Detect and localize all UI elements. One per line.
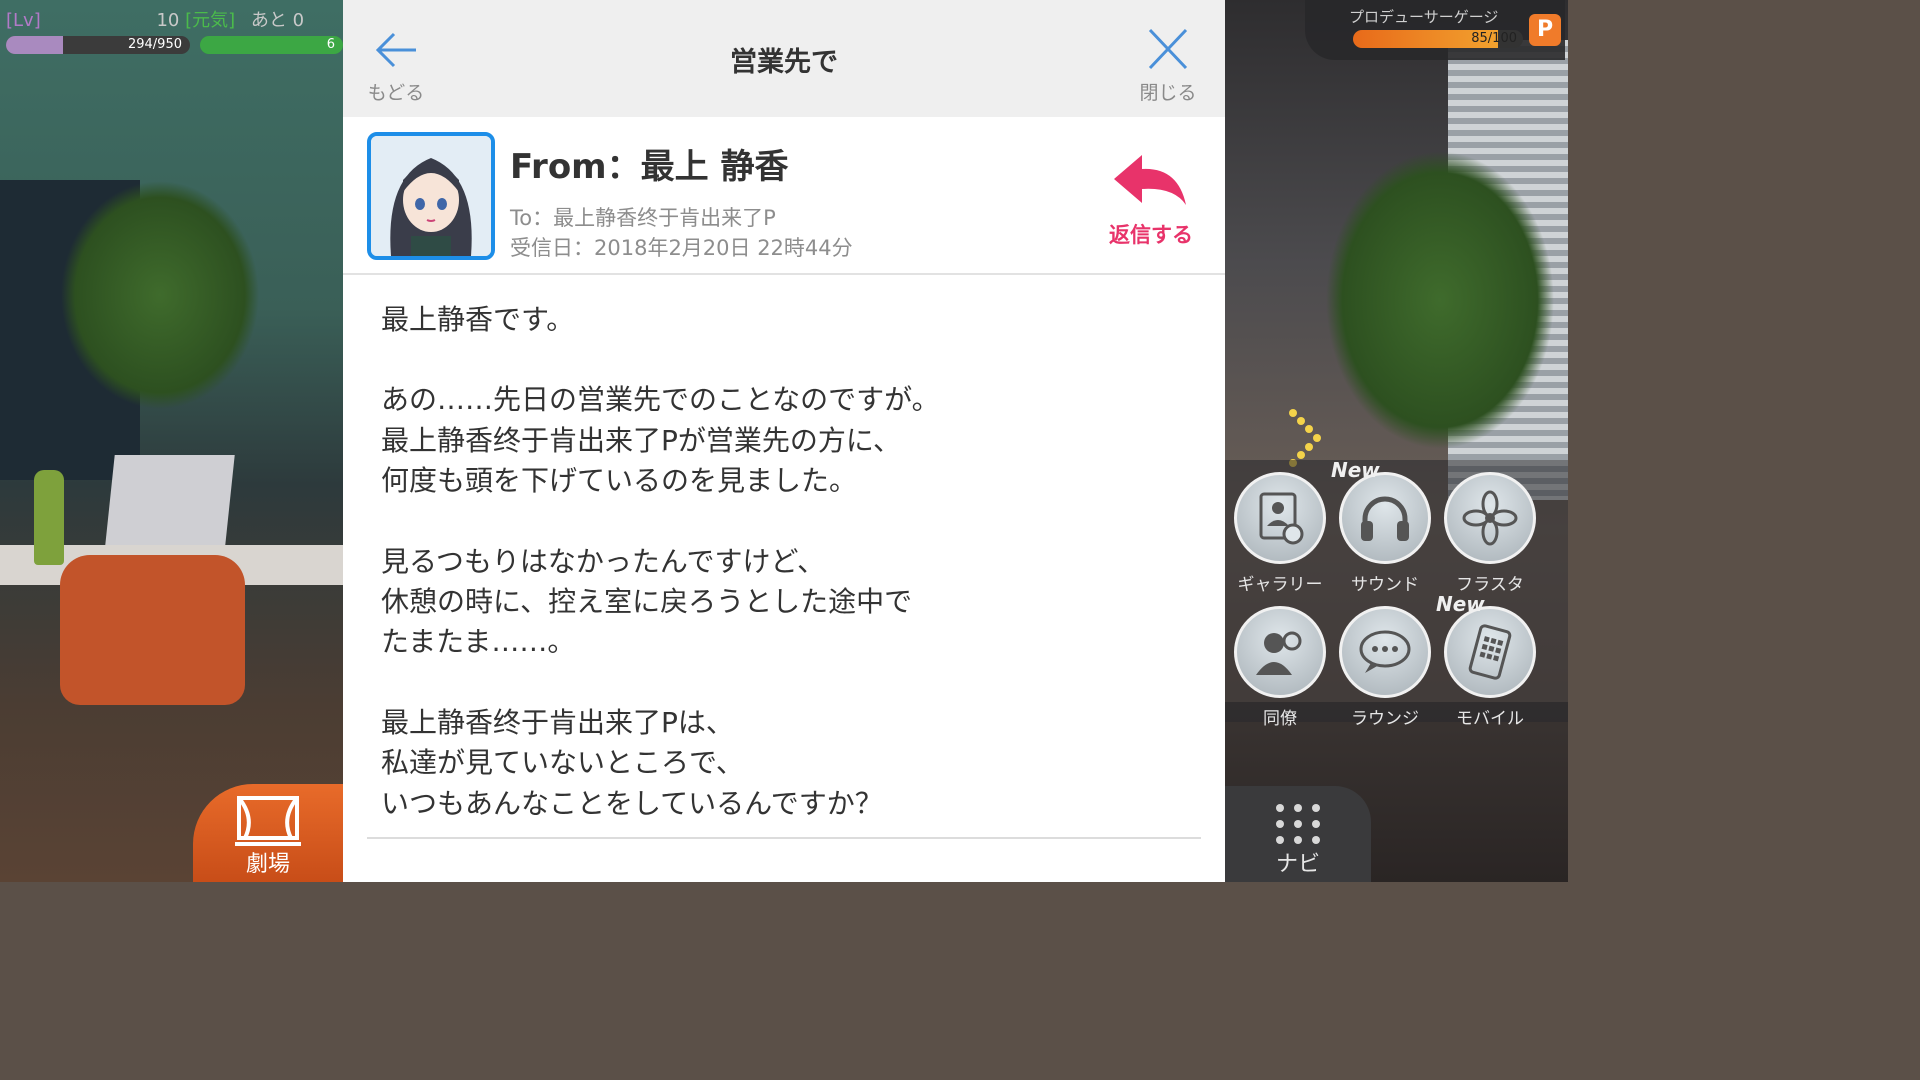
producer-gauge-label: プロデューサーゲージ	[1349, 8, 1499, 26]
genki-bar-fill	[200, 36, 343, 54]
curtain-icon	[235, 796, 301, 846]
sound-label: サウンド	[1351, 575, 1419, 595]
reply-button[interactable]: 返信する	[1101, 153, 1201, 249]
mobile-phone-icon	[1468, 624, 1512, 680]
new-badge: New	[1331, 458, 1380, 482]
gallery-icon	[1259, 492, 1304, 545]
theater-label: 劇場	[245, 852, 290, 877]
chat-bubble-icon	[1359, 630, 1411, 673]
level-progress-bar: 294/950	[6, 36, 190, 54]
genki-bar: 6	[200, 36, 343, 54]
new-badge: New	[1436, 592, 1485, 616]
lounge-button[interactable]: ラウンジ	[1335, 606, 1435, 729]
mobile-button[interactable]: New モバイル	[1436, 592, 1540, 729]
level-indicator: [Lv] 10 [元気] あと 0	[6, 6, 304, 32]
gallery-button[interactable]: ギャラリー	[1230, 472, 1330, 595]
level-value: 10	[156, 10, 180, 31]
mail-header: From：最上 静香 To：最上静香终于肯出来了P 受信日：2018年2月20日…	[343, 117, 1225, 275]
reply-label: 返信する	[1109, 223, 1193, 247]
level-progress-text: 294/950	[127, 37, 182, 52]
back-label: もどる	[367, 82, 425, 104]
reply-arrow-icon	[1114, 155, 1186, 205]
colleague-button[interactable]: 同僚	[1230, 606, 1330, 729]
sender-name: From：最上 静香	[510, 147, 789, 187]
mobile-label: モバイル	[1456, 709, 1524, 729]
close-button[interactable]: 閉じる	[1123, 28, 1213, 105]
theater-button[interactable]: 劇場	[193, 784, 343, 882]
genki-remaining: あと 0	[250, 10, 305, 31]
producer-gauge: プロデューサーゲージ 85/100 P	[1305, 0, 1565, 60]
genki-bar-text: 6	[326, 37, 335, 52]
close-label: 閉じる	[1139, 82, 1197, 104]
navi-label: ナビ	[1275, 852, 1320, 877]
background-scene-right: プロデューサーゲージ 85/100 P ギャラリー New サウンド フラスタ …	[1225, 0, 1568, 882]
colleague-label: 同僚	[1263, 709, 1297, 729]
close-icon	[1148, 28, 1188, 70]
level-progress-fill	[6, 36, 64, 54]
laptop	[105, 455, 235, 545]
genki-tag: [元気]	[185, 10, 236, 31]
gallery-label: ギャラリー	[1237, 575, 1323, 595]
flasta-button[interactable]: フラスタ	[1440, 472, 1540, 595]
flower-icon	[1462, 490, 1518, 546]
mail-paragraph: 最上静香です。	[381, 303, 575, 336]
producer-gauge-text: 85/100	[1471, 31, 1517, 46]
p-badge: P	[1529, 14, 1561, 46]
plant-right	[1325, 150, 1555, 450]
mail-panel: もどる 営業先で 閉じる From：最上 静香 To：最上静香终于肯出来了P 受…	[343, 0, 1225, 882]
level-tag: [Lv]	[6, 10, 41, 31]
producer-gauge-bar: 85/100	[1353, 30, 1523, 48]
mail-paragraph: 最上静香终于肯出来了Pは、 私達が見ていないところで、 いつもあんなことをしてい…	[381, 705, 883, 820]
sound-button[interactable]: New サウンド	[1331, 458, 1435, 595]
mail-paragraph: 見るつもりはなかったんですけど、 休憩の時に、控え室に戻ろうとした途中で たまた…	[381, 544, 913, 659]
mail-title: 営業先で	[730, 47, 838, 78]
chair	[60, 555, 245, 705]
headphones-icon	[1361, 496, 1409, 541]
recipient: To：最上静香终于肯出来了P	[510, 206, 776, 230]
navi-button[interactable]: ナビ	[1225, 786, 1371, 882]
sender-avatar[interactable]	[367, 132, 495, 260]
bottle	[34, 470, 64, 565]
people-icon	[1256, 631, 1302, 675]
avatar-portrait	[371, 136, 491, 256]
mail-body: 最上静香です。 あの……先日の営業先でのことなのですが。 最上静香终于肯出来了P…	[381, 300, 1181, 864]
background-scene-left: [Lv] 10 [元気] あと 0 294/950 6 劇場	[0, 0, 343, 882]
divider	[367, 837, 1201, 839]
received-date: 受信日：2018年2月20日 22時44分	[510, 236, 853, 260]
lounge-label: ラウンジ	[1351, 709, 1419, 729]
mail-titlebar: もどる 営業先で 閉じる	[343, 0, 1225, 117]
mail-paragraph: あの……先日の営業先でのことなのですが。 最上静香终于肯出来了Pが営業先の方に、…	[381, 383, 940, 498]
plant-left	[60, 180, 260, 410]
grid-dots-icon	[1276, 804, 1320, 844]
